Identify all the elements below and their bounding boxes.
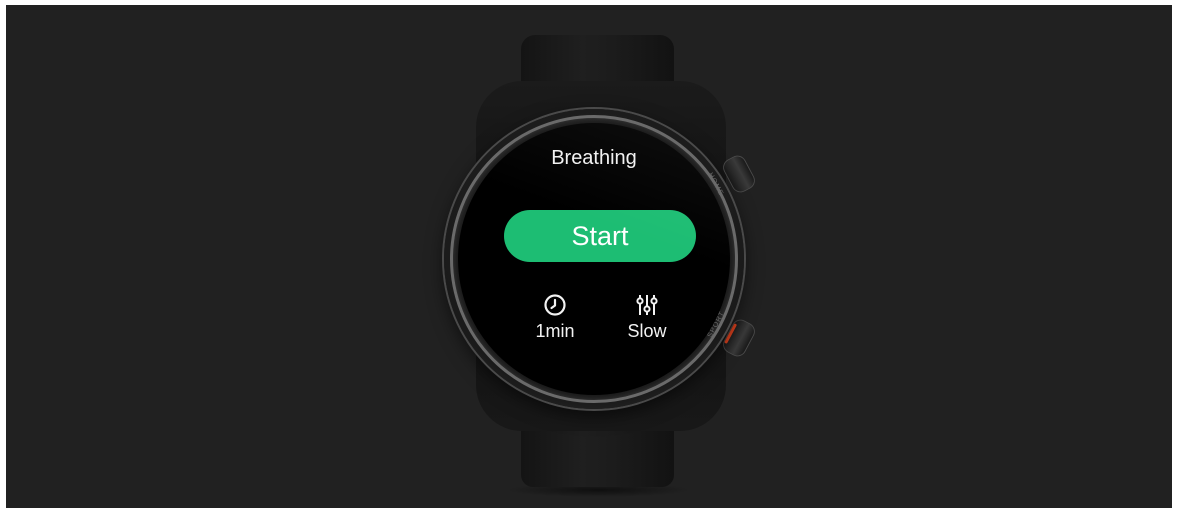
start-button[interactable]: Start — [504, 210, 696, 262]
screen-title: Breathing — [551, 147, 637, 169]
duration-label: 1min — [535, 321, 575, 341]
watch-screen: Breathing Start 1min Slow — [458, 123, 730, 395]
speed-label: Slow — [627, 321, 667, 341]
clock-icon — [544, 294, 566, 316]
product-stage: HOME SPORT Breathing Start 1min Slow — [6, 5, 1172, 508]
speed-option[interactable]: Slow — [612, 293, 682, 342]
sliders-icon — [636, 295, 658, 315]
duration-option[interactable]: 1min — [520, 293, 590, 342]
